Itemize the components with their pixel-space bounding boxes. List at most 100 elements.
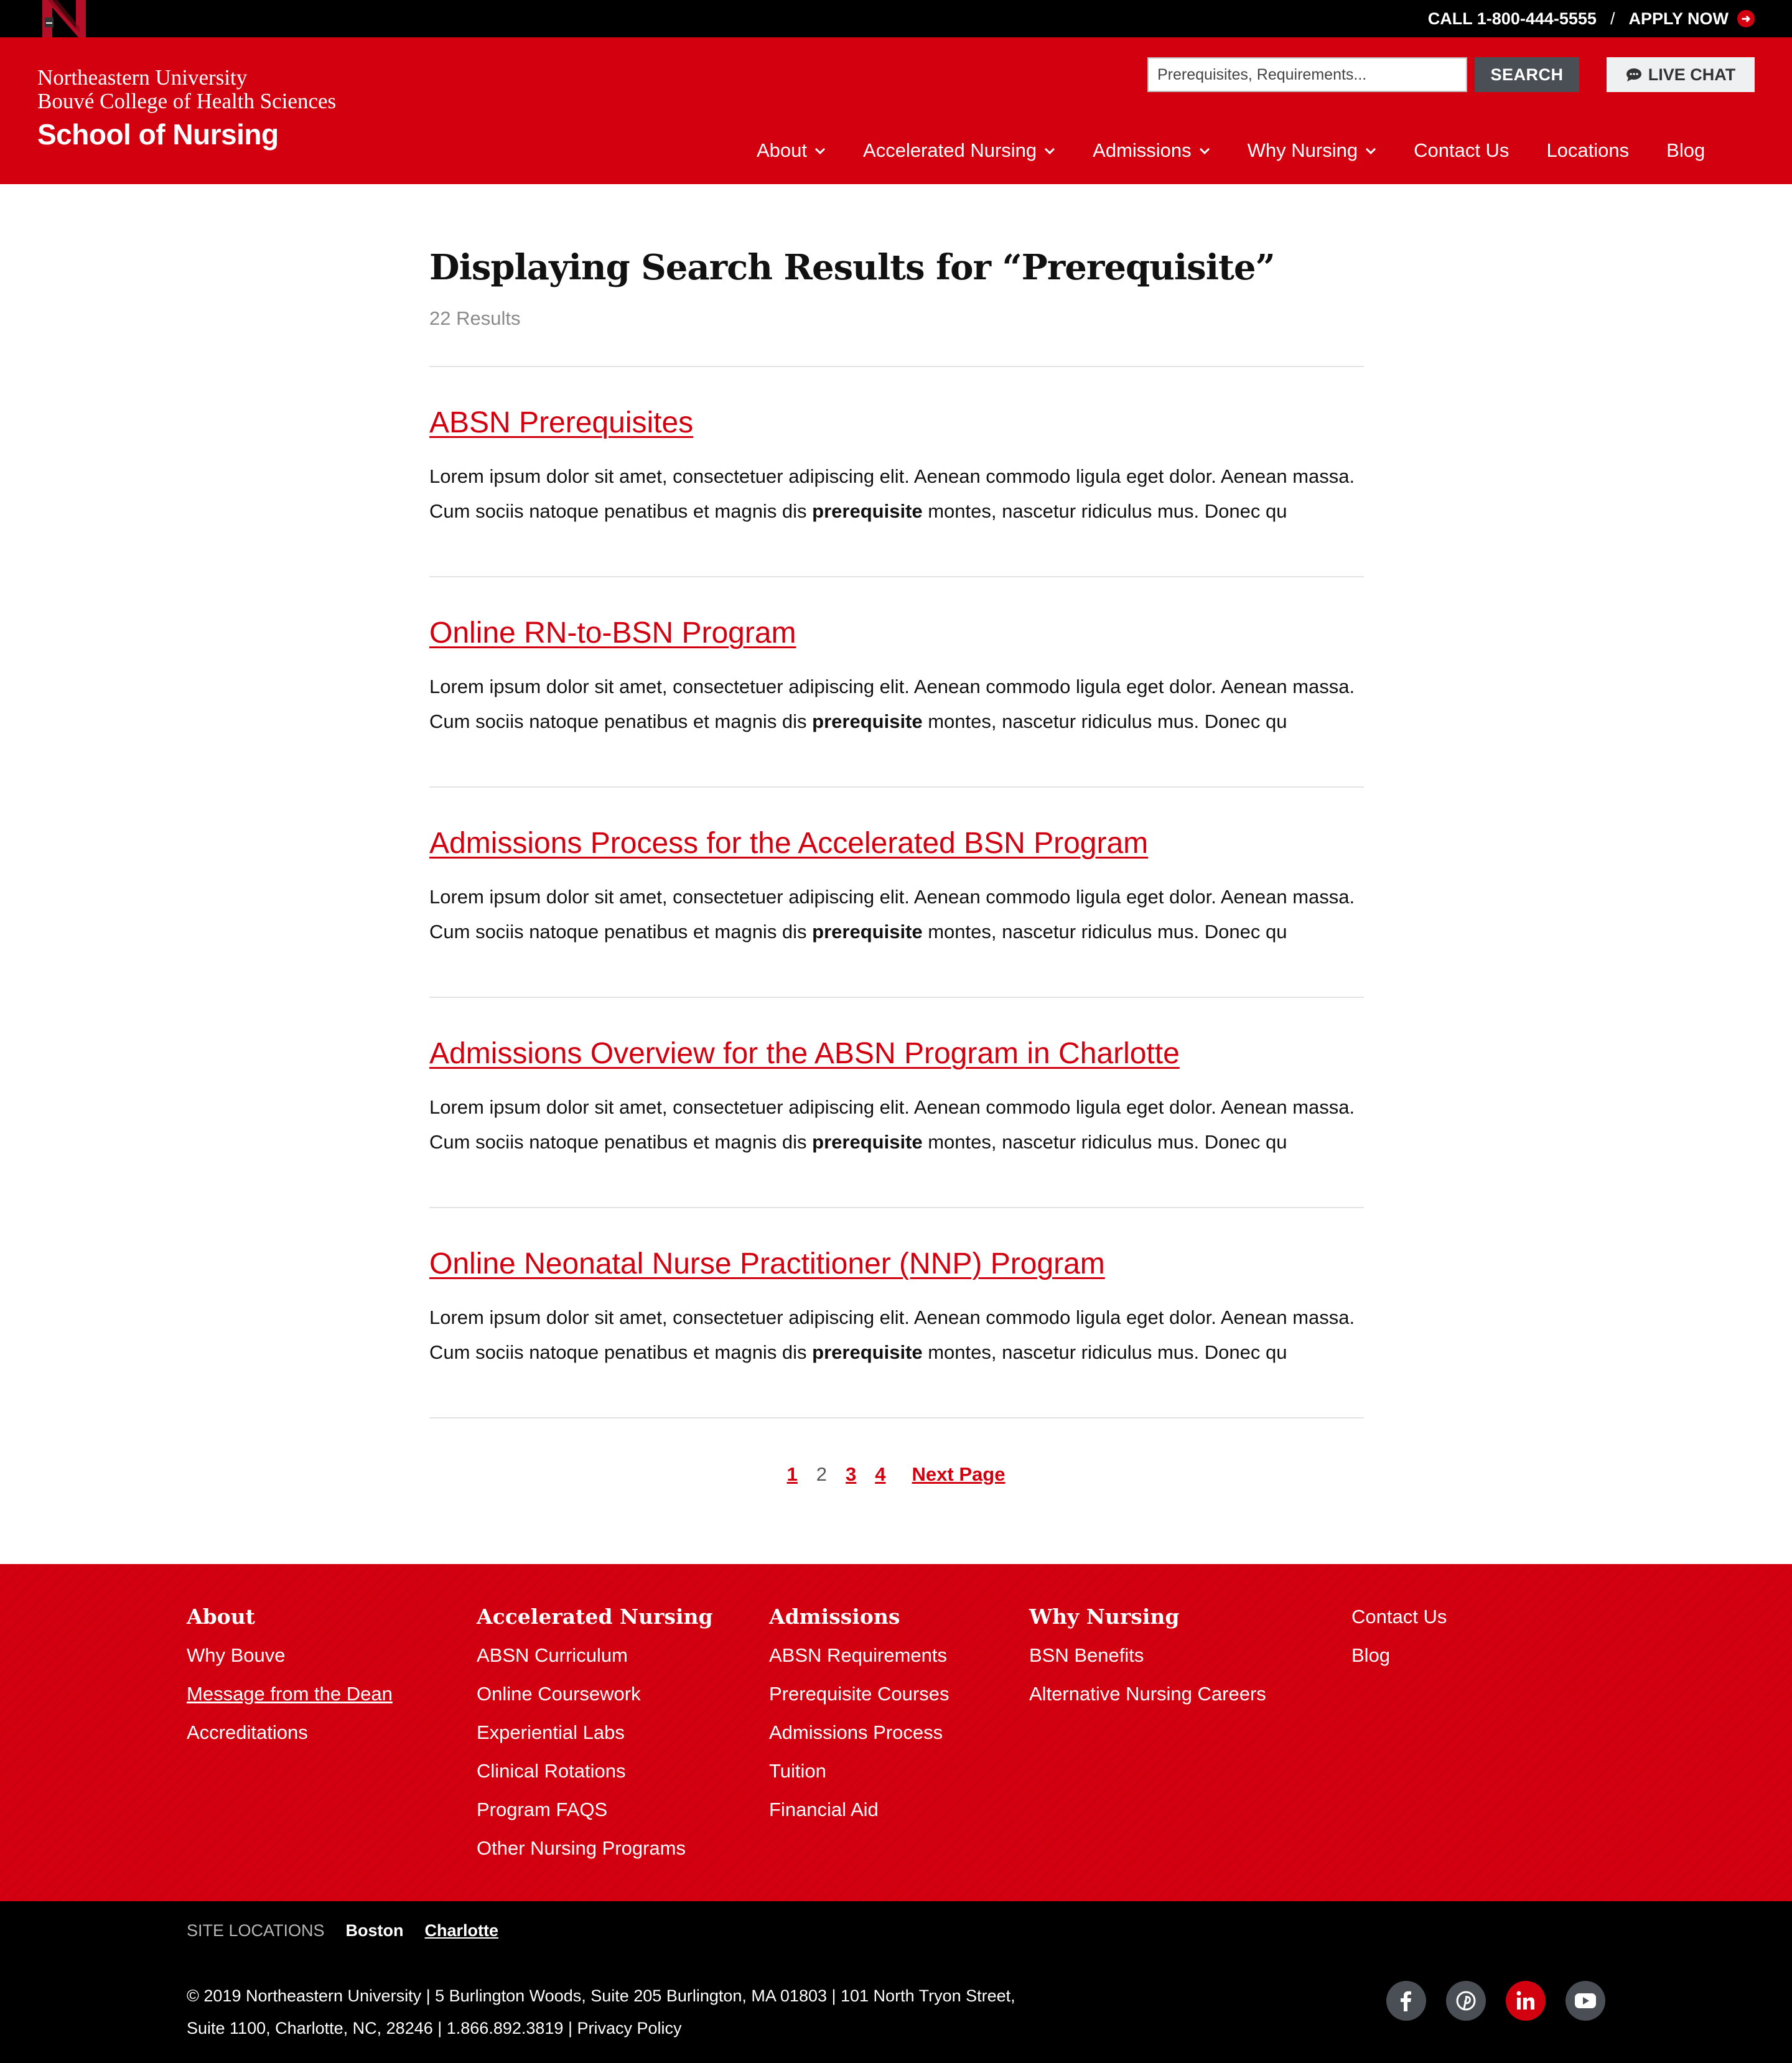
- copyright-text: © 2019 Northeastern University | 5 Burli…: [187, 1986, 1015, 2037]
- site-locations: SITE LOCATIONS Boston Charlotte: [187, 1921, 498, 1940]
- footer-link[interactable]: Online Coursework: [477, 1681, 713, 1707]
- location-boston-link[interactable]: Boston: [346, 1921, 404, 1940]
- brand-logo[interactable]: Northeastern University Bouvé College of…: [37, 66, 336, 153]
- northeastern-logo[interactable]: [39, 0, 90, 37]
- footer-heading[interactable]: Accelerated Nursing: [477, 1604, 713, 1630]
- footer-column-other: Contact Us Blog: [1351, 1604, 1447, 1681]
- snippet-text: montes, nascetur ridiculus mus. Donec qu: [922, 1341, 1287, 1363]
- footer-link-blog[interactable]: Blog: [1351, 1642, 1447, 1669]
- search-result: Online RN-to-BSN Program Lorem ipsum dol…: [429, 577, 1364, 788]
- social-links: [1386, 1981, 1605, 2021]
- live-chat-button[interactable]: LIVE CHAT: [1607, 57, 1755, 92]
- result-snippet: Lorem ipsum dolor sit amet, consectetuer…: [429, 669, 1364, 739]
- site-locations-label: SITE LOCATIONS: [187, 1921, 325, 1940]
- chat-bubble-icon: [1626, 68, 1641, 81]
- footer-column-accelerated-nursing: Accelerated Nursing ABSN Curriculum Onli…: [477, 1604, 713, 1874]
- footer-heading[interactable]: About: [187, 1604, 393, 1630]
- nav-item-blog[interactable]: Blog: [1666, 139, 1705, 162]
- footer-link[interactable]: BSN Benefits: [1029, 1642, 1266, 1669]
- next-page-link[interactable]: Next Page: [912, 1463, 1006, 1486]
- result-title-link[interactable]: Admissions Process for the Accelerated B…: [429, 825, 1148, 862]
- page-link-4[interactable]: 4: [875, 1463, 885, 1486]
- nav-item-label: Why Nursing: [1247, 139, 1358, 161]
- nav-item-label: Contact Us: [1414, 139, 1510, 161]
- nav-item-why-nursing[interactable]: Why Nursing: [1248, 139, 1376, 162]
- footer-link[interactable]: Other Nursing Programs: [477, 1835, 713, 1861]
- footer-link[interactable]: Clinical Rotations: [477, 1758, 713, 1784]
- site-footer: About Why Bouve Message from the Dean Ac…: [0, 1564, 1792, 1901]
- footer-column-why-nursing: Why Nursing BSN Benefits Alternative Nur…: [1029, 1604, 1266, 1720]
- snippet-highlight: prerequisite: [812, 1131, 923, 1153]
- linkedin-icon[interactable]: [1506, 1981, 1546, 2021]
- snippet-text: montes, nascetur ridiculus mus. Donec qu: [922, 710, 1287, 732]
- page-link-3[interactable]: 3: [846, 1463, 856, 1486]
- nav-item-label: Blog: [1666, 139, 1706, 161]
- search-result: Admissions Overview for the ABSN Program…: [429, 998, 1364, 1208]
- page-link-1[interactable]: 1: [787, 1463, 798, 1486]
- top-bar: CALL 1-800-444-5555 / APPLY NOW ➜: [0, 0, 1792, 37]
- facebook-icon[interactable]: [1386, 1981, 1426, 2021]
- footer-link[interactable]: Why Bouve: [187, 1642, 393, 1669]
- page-title: Displaying Search Results for “Prerequis…: [429, 247, 1276, 288]
- chevron-down-icon: [1045, 147, 1055, 155]
- live-chat-label: LIVE CHAT: [1648, 65, 1736, 84]
- search-input[interactable]: [1147, 57, 1467, 92]
- location-charlotte-link[interactable]: Charlotte: [425, 1921, 499, 1940]
- result-title-link[interactable]: Admissions Overview for the ABSN Program…: [429, 1035, 1180, 1073]
- result-title-link[interactable]: Online Neonatal Nurse Practitioner (NNP)…: [429, 1246, 1105, 1283]
- result-title-link[interactable]: Online RN-to-BSN Program: [429, 615, 796, 652]
- footer-link[interactable]: Financial Aid: [769, 1797, 949, 1823]
- snippet-highlight: prerequisite: [812, 500, 923, 522]
- nav-item-locations[interactable]: Locations: [1546, 139, 1629, 162]
- arrow-right-circle-icon[interactable]: ➜: [1737, 10, 1755, 27]
- footer-heading[interactable]: Admissions: [769, 1604, 949, 1630]
- chevron-down-icon: [1199, 147, 1210, 155]
- nav-item-accelerated-nursing[interactable]: Accelerated Nursing: [863, 139, 1055, 162]
- footer-link[interactable]: Accreditations: [187, 1720, 393, 1746]
- search-result: ABSN Prerequisites Lorem ipsum dolor sit…: [429, 367, 1364, 577]
- page-current: 2: [816, 1463, 828, 1485]
- chevron-down-icon: [1366, 147, 1376, 155]
- footer-link[interactable]: Prerequisite Courses: [769, 1681, 949, 1707]
- footer-link[interactable]: Experiential Labs: [477, 1720, 713, 1746]
- topbar-separator: /: [1610, 9, 1615, 28]
- snippet-highlight: prerequisite: [812, 921, 923, 943]
- snippet-highlight: prerequisite: [812, 1341, 923, 1363]
- result-snippet: Lorem ipsum dolor sit amet, consectetuer…: [429, 459, 1364, 529]
- nav-item-label: Locations: [1546, 139, 1630, 161]
- nav-item-about[interactable]: About: [757, 139, 826, 162]
- pagination: 1 2 3 4 Next Page: [0, 1463, 1792, 1486]
- school-name: School of Nursing: [37, 118, 279, 151]
- result-title-link[interactable]: ABSN Prerequisites: [429, 404, 693, 442]
- university-name: Northeastern University: [37, 65, 248, 90]
- search-button[interactable]: SEARCH: [1475, 57, 1579, 92]
- footer-link[interactable]: Admissions Process: [769, 1720, 949, 1746]
- footer-link-contact-us[interactable]: Contact Us: [1351, 1604, 1447, 1630]
- result-snippet: Lorem ipsum dolor sit amet, consectetuer…: [429, 1090, 1364, 1160]
- result-snippet: Lorem ipsum dolor sit amet, consectetuer…: [429, 880, 1364, 949]
- nav-item-label: Admissions: [1093, 139, 1192, 161]
- college-name: Bouvé College of Health Sciences: [37, 89, 337, 113]
- nav-item-admissions[interactable]: Admissions: [1093, 139, 1210, 162]
- search-result: Admissions Process for the Accelerated B…: [429, 788, 1364, 998]
- snippet-text: montes, nascetur ridiculus mus. Donec qu: [922, 921, 1287, 943]
- bottom-bar: SITE LOCATIONS Boston Charlotte © 2019 N…: [0, 1901, 1792, 2063]
- footer-heading[interactable]: Why Nursing: [1029, 1604, 1266, 1630]
- search-result: Online Neonatal Nurse Practitioner (NNP)…: [429, 1208, 1364, 1418]
- apply-now-link[interactable]: APPLY NOW: [1628, 9, 1729, 29]
- nav-item-label: Accelerated Nursing: [863, 139, 1037, 161]
- footer-link[interactable]: Alternative Nursing Careers: [1029, 1681, 1266, 1707]
- footer-link[interactable]: Program FAQS: [477, 1797, 713, 1823]
- footer-link[interactable]: Message from the Dean: [187, 1681, 393, 1707]
- youtube-icon[interactable]: [1566, 1981, 1605, 2021]
- snippet-text: montes, nascetur ridiculus mus. Donec qu: [922, 500, 1287, 522]
- footer-link[interactable]: ABSN Curriculum: [477, 1642, 713, 1669]
- nav-item-contact-us[interactable]: Contact Us: [1414, 139, 1509, 162]
- phone-link[interactable]: CALL 1-800-444-5555: [1428, 9, 1597, 29]
- footer-link[interactable]: ABSN Requirements: [769, 1642, 949, 1669]
- footer-column-admissions: Admissions ABSN Requirements Prerequisit…: [769, 1604, 949, 1835]
- pinterest-icon[interactable]: [1446, 1981, 1486, 2021]
- search-results: Displaying Search Results for “Prerequis…: [429, 243, 1364, 1418]
- snippet-text: montes, nascetur ridiculus mus. Donec qu: [922, 1131, 1287, 1153]
- footer-link[interactable]: Tuition: [769, 1758, 949, 1784]
